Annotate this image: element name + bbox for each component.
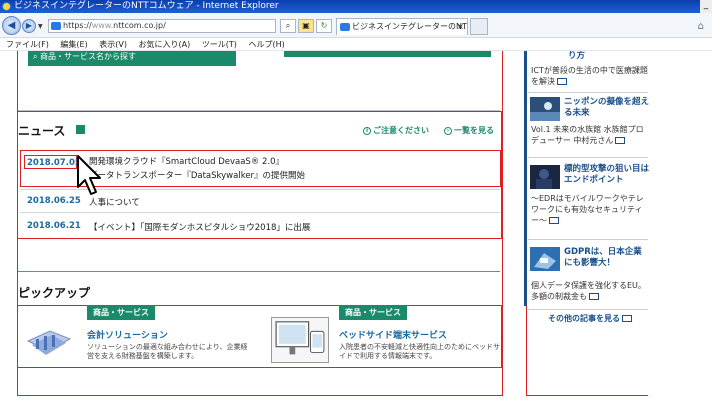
- minimize-button[interactable]: _: [700, 0, 712, 13]
- info-circle-icon: i: [363, 126, 371, 135]
- article-link-icon: [549, 217, 559, 224]
- web-page: ⌕ 商品・サービス名から探す ニュース i ご注意ください › 一覧を見る 2018…: [0, 51, 712, 402]
- tab-close-icon[interactable]: ×: [457, 19, 464, 35]
- url-scheme: https://: [63, 21, 92, 30]
- news-date[interactable]: 2018.06.21: [27, 221, 81, 231]
- search-icon: ⌕: [33, 52, 41, 61]
- sidebar-desc-text: Vol.1 未来の水族館 水族館プロデューサー 中村元さん: [531, 125, 644, 145]
- tab-nttcomware[interactable]: ビジネスインテグレーターのNTT... ×: [336, 18, 468, 35]
- news-date[interactable]: 2018.06.25: [27, 196, 81, 206]
- news-separator: [20, 212, 500, 213]
- endpoint-security-thumbnail[interactable]: [530, 165, 560, 189]
- sidebar-article-desc[interactable]: Vol.1 未来の水族館 水族館プロデューサー 中村元さん: [531, 124, 649, 146]
- sidebar-separator: [528, 157, 648, 158]
- sidebar-article-desc[interactable]: ICTが普段の生活の中で医療課題を解決: [531, 65, 649, 87]
- menu-bar: ファイル(F) 編集(E) 表示(V) お気に入り(A) ツール(T) ヘルプ(…: [0, 38, 712, 51]
- sidebar-article-title[interactable]: GDPRは、日本企業にも影響大！: [564, 247, 650, 269]
- sidebar-desc-text: ICTが普段の生活の中で医療課題を解決: [531, 66, 648, 86]
- url-rest: nttcom.co.jp/: [113, 21, 166, 30]
- history-dropdown-icon[interactable]: ▼: [38, 23, 43, 30]
- sidebar-separator: [528, 309, 648, 310]
- news-title-link[interactable]: 開発環境クラウド『SmartCloud DevaaS® 2.0』: [89, 155, 284, 167]
- notice-link[interactable]: i ご注意ください: [363, 125, 429, 136]
- lock-icon[interactable]: ▣: [298, 19, 314, 33]
- tab-title: ビジネスインテグレーターのNTT...: [352, 22, 468, 31]
- sidebar-article-desc[interactable]: ～EDRはモバイルワークやテレワークにも有効なセキュリティー～: [531, 193, 649, 226]
- news-heading: ニュース: [18, 124, 66, 138]
- more-articles-label: その他の記事を見る: [548, 314, 620, 323]
- all-news-link[interactable]: › 一覧を見る: [444, 125, 494, 136]
- site-favicon-icon: [51, 22, 61, 30]
- notice-link-label: ご注意ください: [373, 126, 429, 135]
- bedside-terminal-link[interactable]: ベッドサイド端末サービス: [339, 328, 447, 341]
- article-link-icon: [589, 293, 599, 300]
- accounting-solution-desc: ソリューションの最適な組み合わせにより、企業経営を支える財務基盤を構築します。: [87, 343, 248, 360]
- category-badge: 商品・サービス: [87, 305, 155, 320]
- news-title-link[interactable]: 【イベント】「国際モダンホスピタルショウ2018」に出展: [89, 221, 310, 233]
- forward-button[interactable]: ▶: [22, 19, 36, 33]
- menu-help[interactable]: ヘルプ(H): [248, 40, 284, 49]
- address-input[interactable]: https://www.nttcom.co.jp/: [48, 19, 276, 33]
- article-link-icon: [622, 315, 632, 322]
- search-by-product-label: 商品・サービス名から探す: [40, 52, 137, 61]
- ie-logo-icon: [2, 2, 11, 11]
- bedside-terminal-thumbnail[interactable]: [271, 317, 329, 363]
- sidebar-article-title[interactable]: 標的型攻撃の狙い目はエンドポイント: [564, 164, 650, 186]
- sidebar-separator: [528, 92, 648, 93]
- bedside-terminal-desc: 入院患者の不安軽減と快適性向上のためにベッドサイドで利用する情報端末です。: [339, 343, 500, 360]
- accounting-solution-thumbnail[interactable]: [24, 323, 74, 361]
- window-title: ビジネスインテグレーターのNTTコムウェア - Internet Explore…: [14, 1, 279, 11]
- sidebar-separator: [528, 239, 648, 240]
- rss-icon[interactable]: [76, 125, 85, 134]
- menu-file[interactable]: ファイル(F): [6, 40, 49, 49]
- news-title-link[interactable]: 人事について: [89, 196, 140, 208]
- more-articles-link[interactable]: その他の記事を見る: [531, 313, 649, 324]
- sidebar-article-title[interactable]: り方: [568, 51, 585, 62]
- menu-favorites[interactable]: お気に入り(A): [139, 40, 191, 49]
- sidebar-accent-bar: [524, 51, 527, 306]
- sidebar-desc-text: ～EDRはモバイルワークやテレワークにも有効なセキュリティー～: [531, 194, 644, 225]
- news-title-link[interactable]: データトランスポーター『DataSkywalker』の提供開始: [89, 169, 305, 181]
- mouse-cursor-icon: [77, 155, 101, 195]
- back-button[interactable]: ◀: [2, 16, 21, 35]
- category-badge: 商品・サービス: [339, 305, 407, 320]
- search-by-product-button[interactable]: ⌕ 商品・サービス名から探す: [28, 51, 236, 66]
- menu-tools[interactable]: ツール(T): [202, 40, 237, 49]
- window-title-bar: ビジネスインテグレーターのNTTコムウェア - Internet Explore…: [0, 0, 712, 13]
- accounting-solution-link[interactable]: 会計ソリューション: [87, 328, 168, 341]
- new-tab-button[interactable]: [470, 18, 488, 35]
- address-toolbar: ◀ ▶ ▼ https://www.nttcom.co.jp/ ⌕ ▣ ↻ ビジ…: [0, 13, 712, 38]
- news-date[interactable]: 2018.07.05: [27, 158, 81, 168]
- menu-view[interactable]: 表示(V): [99, 40, 127, 49]
- nippon-future-thumbnail[interactable]: [530, 97, 560, 121]
- all-news-link-label: 一覧を見る: [454, 126, 494, 135]
- arrow-circle-icon: ›: [444, 126, 452, 135]
- sidebar-article-desc[interactable]: 個人データ保護を強化するEU。多額の制裁金も: [531, 280, 649, 302]
- teaser-banner[interactable]: [284, 51, 491, 57]
- pickup-heading: ピックアップ: [18, 286, 91, 300]
- url-host-prefix: www.: [91, 21, 114, 30]
- refresh-icon[interactable]: ↻: [316, 19, 332, 33]
- article-link-icon: [615, 137, 626, 144]
- article-link-icon: [557, 78, 567, 85]
- gdpr-thumbnail[interactable]: [530, 247, 560, 271]
- search-dropdown-icon[interactable]: ⌕: [280, 19, 296, 33]
- pickup-divider: [18, 271, 500, 272]
- menu-edit[interactable]: 編集(E): [60, 40, 87, 49]
- sidebar-article-title[interactable]: ニッポンの擬像を超える未来: [564, 97, 650, 119]
- home-icon[interactable]: ⌂: [698, 21, 704, 32]
- tab-favicon-icon: [340, 23, 350, 31]
